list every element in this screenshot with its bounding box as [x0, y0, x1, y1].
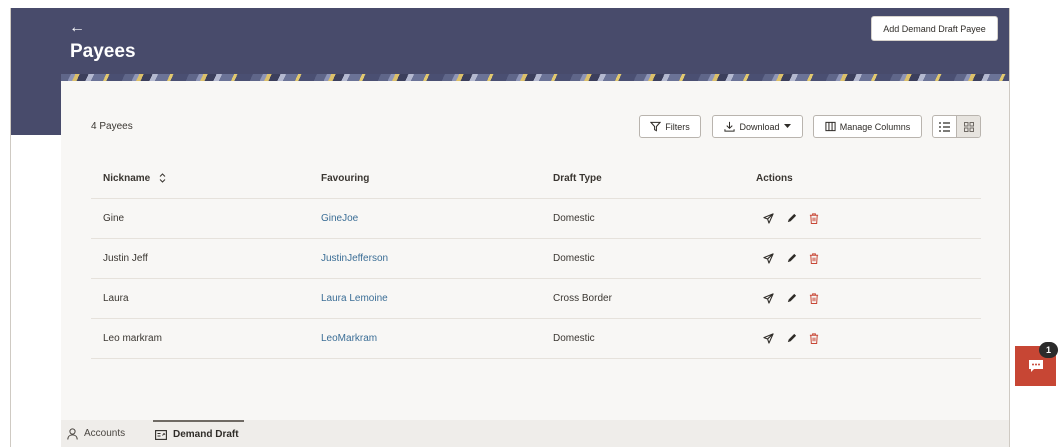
send-icon[interactable] [763, 293, 774, 304]
payee-count: 4 Payees [91, 121, 133, 132]
delete-trash-icon[interactable] [809, 293, 819, 304]
manage-columns-label: Manage Columns [839, 121, 911, 132]
nickname-cell: Justin Jeff [103, 253, 148, 264]
table-row: Laura Laura Lemoine Cross Border [91, 279, 981, 319]
delete-trash-icon[interactable] [809, 253, 819, 264]
row-actions [763, 213, 819, 224]
send-icon[interactable] [763, 333, 774, 344]
table-row: Justin Jeff JustinJefferson Domestic [91, 239, 981, 279]
grid-view-icon [963, 121, 974, 132]
user-icon [67, 427, 78, 440]
edit-pencil-icon[interactable] [786, 213, 797, 224]
favouring-link[interactable]: GineJoe [321, 213, 358, 224]
tab-demand-draft[interactable]: Demand Draft [153, 420, 244, 447]
caret-down-icon [783, 124, 791, 128]
manage-columns-button[interactable]: Manage Columns [813, 115, 922, 138]
edit-pencil-icon[interactable] [786, 293, 797, 304]
back-arrow-icon[interactable]: ← [69, 20, 85, 36]
list-view-icon [939, 121, 950, 132]
tab-accounts[interactable]: Accounts [67, 420, 125, 447]
nickname-cell: Laura [103, 293, 129, 304]
chat-bubble-icon [1028, 360, 1043, 372]
row-actions [763, 293, 819, 304]
nickname-cell: Leo markram [103, 333, 162, 344]
column-nickname-label: Nickname [103, 173, 151, 184]
column-header-actions: Actions [756, 173, 793, 184]
edit-pencil-icon[interactable] [786, 253, 797, 264]
send-icon[interactable] [763, 213, 774, 224]
chat-notification-badge: 1 [1039, 342, 1058, 358]
tab-demand-draft-label: Demand Draft [173, 429, 239, 440]
draft-type-cell: Domestic [553, 333, 595, 344]
page-title: Payees [70, 41, 136, 62]
bottom-tab-bar: Accounts Demand Draft [61, 420, 1009, 447]
draft-type-cell: Domestic [553, 253, 595, 264]
nickname-cell: Gine [103, 213, 125, 224]
favouring-link[interactable]: JustinJefferson [321, 253, 388, 264]
column-header-nickname[interactable]: Nickname [103, 173, 166, 184]
delete-trash-icon[interactable] [809, 333, 819, 344]
download-icon [724, 121, 736, 132]
filter-icon [650, 121, 662, 132]
filters-label: Filters [665, 121, 690, 132]
download-dropdown[interactable]: Download [712, 115, 803, 138]
columns-icon [825, 121, 836, 132]
edit-pencil-icon[interactable] [786, 333, 797, 344]
app-frame: ← Payees Add Demand Draft Payee 4 Payees… [10, 8, 1010, 447]
column-header-draft-type: Draft Type [553, 173, 602, 184]
column-header-favouring: Favouring [321, 173, 370, 184]
demand-draft-icon [155, 430, 167, 440]
payees-table: Nickname Favouring Draft Type Actions Gi… [91, 159, 981, 359]
payees-card: 4 Payees Filters Download Manage Columns [61, 81, 1009, 447]
draft-type-cell: Domestic [553, 213, 595, 224]
favouring-link[interactable]: Laura Lemoine [321, 293, 388, 304]
download-label: Download [739, 121, 780, 132]
table-row: Leo markram LeoMarkram Domestic [91, 319, 981, 359]
view-toggle [932, 115, 981, 138]
draft-type-cell: Cross Border [553, 293, 612, 304]
grid-view-button[interactable] [956, 116, 980, 137]
list-view-button[interactable] [933, 116, 956, 137]
add-demand-draft-payee-button[interactable]: Add Demand Draft Payee [871, 16, 998, 41]
favouring-link[interactable]: LeoMarkram [321, 333, 377, 344]
filters-button[interactable]: Filters [639, 115, 701, 138]
delete-trash-icon[interactable] [809, 213, 819, 224]
sort-icon[interactable] [159, 173, 166, 184]
tab-accounts-label: Accounts [84, 428, 126, 439]
row-actions [763, 333, 819, 344]
table-row: Gine GineJoe Domestic [91, 199, 981, 239]
send-icon[interactable] [763, 253, 774, 264]
row-actions [763, 253, 819, 264]
table-header: Nickname Favouring Draft Type Actions [91, 159, 981, 199]
